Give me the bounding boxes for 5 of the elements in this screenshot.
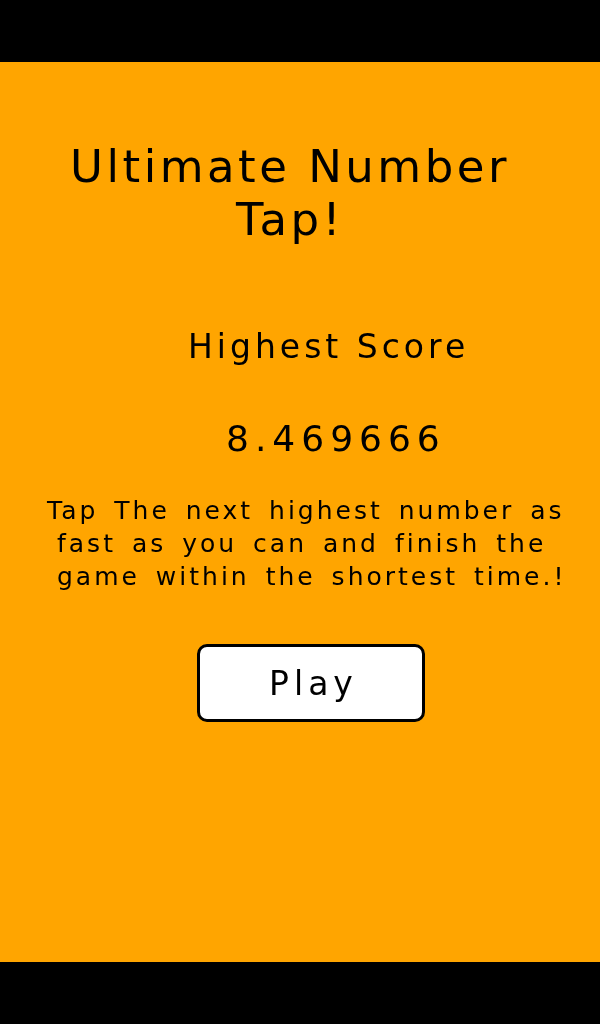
score-label: Highest Score bbox=[188, 327, 470, 367]
play-button[interactable]: Play bbox=[197, 644, 425, 722]
instructions-text: Tap The next highest number as fast as you can and finish the game within the shortest time.! bbox=[47, 495, 568, 593]
score-value: 8.469666 bbox=[226, 419, 446, 459]
game-title: Ultimate Number Tap! bbox=[69, 140, 511, 246]
